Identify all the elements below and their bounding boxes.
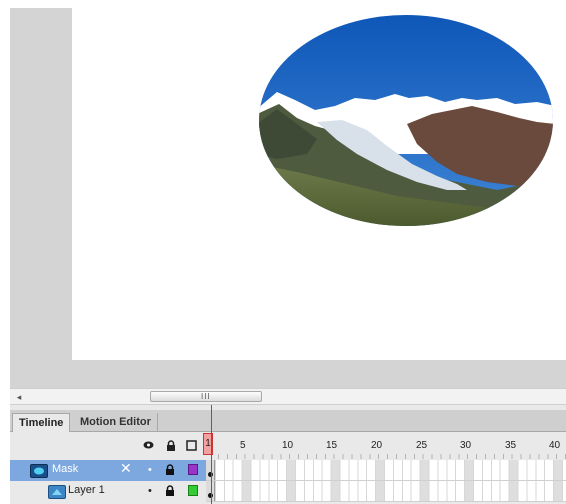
- layer-color-swatch[interactable]: [188, 464, 198, 475]
- layer-name-cell[interactable]: Layer 1 •: [10, 481, 206, 502]
- layer-color-swatch[interactable]: [188, 485, 198, 496]
- frame-track-layer-1[interactable]: [206, 481, 566, 502]
- masked-layer-icon: [48, 485, 66, 499]
- frame-track-mask[interactable]: [206, 460, 566, 481]
- lock-icon[interactable]: [165, 464, 175, 479]
- tab-timeline[interactable]: Timeline: [12, 413, 71, 432]
- layer-name-layer-1[interactable]: Layer 1: [68, 484, 105, 496]
- layer-row-mask[interactable]: Mask ✕ •: [10, 460, 566, 481]
- frame-number: 20: [371, 440, 383, 451]
- frame-number: 35: [505, 440, 517, 451]
- frame-number: 15: [326, 440, 338, 451]
- frame-number: 10: [282, 440, 294, 451]
- layer-name-cell[interactable]: Mask ✕ •: [10, 460, 206, 481]
- visibility-dot[interactable]: •: [148, 485, 152, 497]
- frame-number: 40: [549, 440, 561, 451]
- scroll-thumb-grip: III: [201, 392, 211, 401]
- layer-name-mask[interactable]: Mask: [52, 463, 78, 475]
- visibility-dot[interactable]: •: [148, 464, 152, 476]
- scroll-left-arrow-icon[interactable]: ◂: [14, 391, 24, 403]
- pasteboard-bottom: [10, 360, 566, 388]
- frame-number: 25: [416, 440, 428, 451]
- masked-mountain-image[interactable]: [257, 14, 555, 227]
- outline-icon[interactable]: [186, 440, 197, 452]
- frame-number: 30: [460, 440, 472, 451]
- tab-motion-editor[interactable]: Motion Editor: [74, 413, 158, 432]
- layer-row-layer-1[interactable]: Layer 1 •: [10, 481, 566, 502]
- lock-icon[interactable]: [165, 440, 176, 452]
- timeline-panel: Timeline Motion Editor 1 5 10 15 20 25 3…: [10, 405, 566, 504]
- playhead-line: [211, 405, 212, 504]
- pasteboard-left: [10, 8, 72, 360]
- eye-icon[interactable]: [143, 440, 154, 452]
- stage-workspace: [0, 0, 566, 388]
- frame-number: 5: [240, 440, 246, 451]
- timeline-header: 1 5 10 15 20 25 30 35 40: [10, 432, 566, 460]
- lock-icon[interactable]: [165, 485, 175, 500]
- scroll-thumb[interactable]: III: [150, 391, 262, 402]
- ruler-ticks: [218, 454, 566, 459]
- mask-layer-icon: [30, 464, 48, 478]
- timeline-tabbar: Timeline Motion Editor: [10, 410, 566, 432]
- pencil-crossed-icon: ✕: [120, 460, 132, 476]
- horizontal-scrollbar[interactable]: ◂ III: [10, 388, 566, 405]
